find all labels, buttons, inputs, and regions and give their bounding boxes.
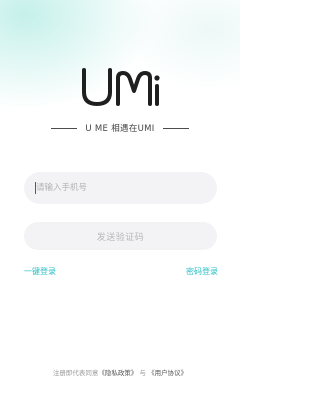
phone-input-container [24,172,217,204]
agreement-footer: 注册即代表同意《隐私政策》 与 《用户协议》 [0,367,240,377]
text-cursor [35,182,36,194]
tagline: U ME 相遇在UMI [0,121,240,135]
user-agreement-link[interactable]: 《用户协议》 [148,369,187,377]
one-click-login-link[interactable]: 一键登录 [24,266,56,277]
umi-logo [82,68,160,107]
phone-input[interactable] [24,172,217,204]
agreement-conjunction: 与 [139,369,147,377]
tagline-left-divider [51,127,78,129]
agreement-prefix: 注册即代表同意 [52,369,99,377]
send-code-button[interactable]: 发送验证码 [24,222,217,250]
privacy-policy-link[interactable]: 《隐私政策》 [98,369,137,377]
tagline-text: U ME 相遇在UMI [85,124,155,134]
tagline-right-divider [162,127,189,129]
password-login-link[interactable]: 密码登录 [186,266,218,277]
